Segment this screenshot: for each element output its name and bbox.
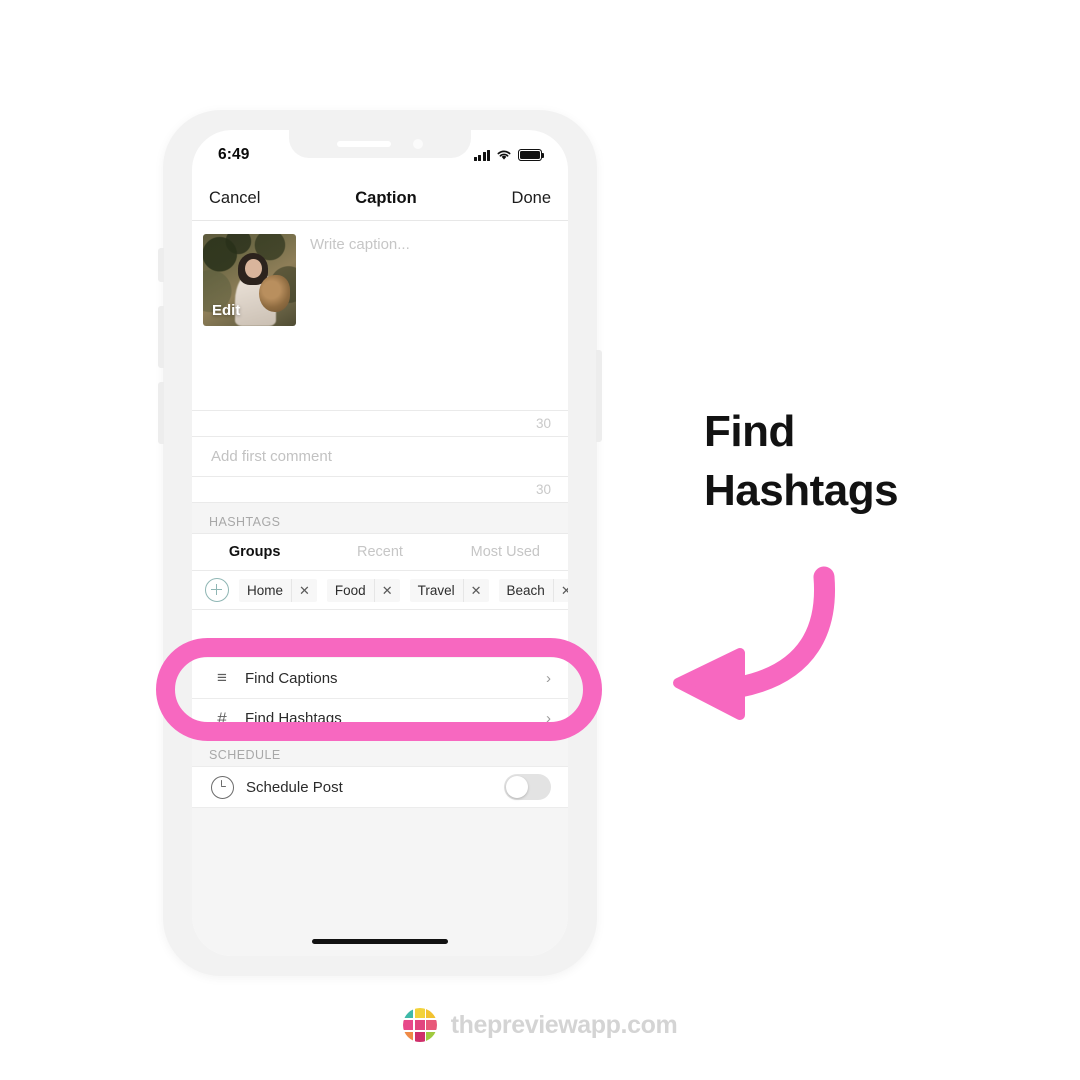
- plus-circle-icon[interactable]: [205, 578, 229, 602]
- hash-icon: #: [217, 708, 227, 728]
- hashtags-section-label: HASHTAGS: [192, 503, 568, 533]
- post-thumbnail[interactable]: Edit: [203, 234, 296, 326]
- toggle-knob: [506, 776, 528, 798]
- chip-label: Home: [247, 582, 284, 598]
- hashtag-group-chip[interactable]: Food ✕: [326, 578, 400, 602]
- wifi-icon: [497, 150, 511, 160]
- caption-block: Edit Write caption...: [192, 221, 568, 411]
- battery-full-icon: [518, 149, 544, 161]
- chip-label: Food: [334, 582, 366, 598]
- status-time: 6:49: [218, 146, 250, 163]
- content-scroll-area[interactable]: Edit Write caption... 30 Add first comme…: [192, 221, 568, 956]
- power-button[interactable]: [596, 350, 602, 442]
- status-icons: [473, 149, 544, 161]
- caption-character-counter: 30: [192, 411, 568, 437]
- schedule-section-label: SCHEDULE: [192, 738, 568, 766]
- mute-switch-button[interactable]: [158, 248, 164, 282]
- thumbnail-face: [244, 258, 262, 279]
- hashtag-groups-row: Home ✕ Food ✕ Travel ✕ Beach ✕: [192, 571, 568, 610]
- find-hashtags-label: Find Hashtags: [245, 710, 342, 727]
- caption-input[interactable]: Write caption...: [310, 234, 556, 410]
- close-icon[interactable]: ✕: [373, 578, 400, 602]
- hashtags-tabs: Groups Recent Most Used: [192, 533, 568, 571]
- clock-icon: [211, 775, 234, 799]
- close-icon[interactable]: ✕: [462, 578, 489, 602]
- volume-down-button[interactable]: [158, 382, 164, 444]
- front-camera-icon: [413, 139, 423, 149]
- navigation-bar: Cancel Caption Done: [192, 176, 568, 221]
- first-comment-input[interactable]: Add first comment: [192, 437, 568, 477]
- callout-headline-line2: Hashtags: [704, 466, 899, 516]
- find-captions-row[interactable]: ≡ Find Captions ›: [192, 658, 568, 698]
- phone-notch: [289, 130, 471, 158]
- chip-label: Travel: [417, 582, 455, 598]
- list-lines-icon: ≡: [217, 668, 227, 687]
- schedule-post-row[interactable]: Schedule Post: [192, 766, 568, 808]
- phone-device-frame: 6:49 Cancel Caption Done Edit Write capt…: [158, 110, 602, 976]
- section-spacer: [192, 647, 568, 658]
- bottom-filler: [192, 808, 568, 928]
- close-icon[interactable]: ✕: [552, 578, 568, 602]
- close-icon[interactable]: ✕: [291, 578, 317, 602]
- footer-branding: thepreviewapp.com: [0, 1008, 1080, 1042]
- earpiece-speaker-icon: [337, 141, 391, 147]
- hashtag-content-area: [192, 610, 568, 647]
- chevron-right-icon: ›: [546, 669, 551, 687]
- schedule-post-toggle[interactable]: [504, 774, 551, 800]
- done-button[interactable]: Done: [512, 189, 551, 208]
- hashtag-group-chip[interactable]: Home ✕: [239, 578, 317, 602]
- cancel-button[interactable]: Cancel: [209, 189, 260, 208]
- footer-website-text: thepreviewapp.com: [450, 1010, 678, 1039]
- schedule-post-label: Schedule Post: [246, 778, 343, 796]
- find-hashtags-row[interactable]: # Find Hashtags ›: [192, 698, 568, 738]
- curved-arrow-left-icon: [673, 566, 836, 720]
- tab-recent[interactable]: Recent: [317, 544, 442, 560]
- chevron-right-icon: ›: [546, 710, 551, 727]
- chip-label: Beach: [506, 582, 545, 598]
- tab-most-used[interactable]: Most Used: [443, 544, 568, 560]
- tab-groups[interactable]: Groups: [192, 544, 317, 560]
- phone-screen: 6:49 Cancel Caption Done Edit Write capt…: [192, 130, 568, 956]
- page-title: Caption: [355, 188, 417, 207]
- find-captions-label: Find Captions: [245, 669, 338, 687]
- home-indicator[interactable]: [312, 939, 448, 944]
- callout-headline-line1: Find: [704, 407, 795, 456]
- preview-app-logo-icon: [402, 1008, 437, 1042]
- hashtag-group-chip[interactable]: Beach ✕: [498, 578, 568, 602]
- hashtag-group-chip[interactable]: Travel ✕: [409, 578, 489, 602]
- cellular-bars-icon: [473, 149, 490, 161]
- edit-thumbnail-label[interactable]: Edit: [203, 298, 296, 326]
- callout-headline: Find Hashtags: [704, 402, 1044, 521]
- comment-character-counter: 30: [192, 477, 568, 503]
- volume-up-button[interactable]: [158, 306, 164, 368]
